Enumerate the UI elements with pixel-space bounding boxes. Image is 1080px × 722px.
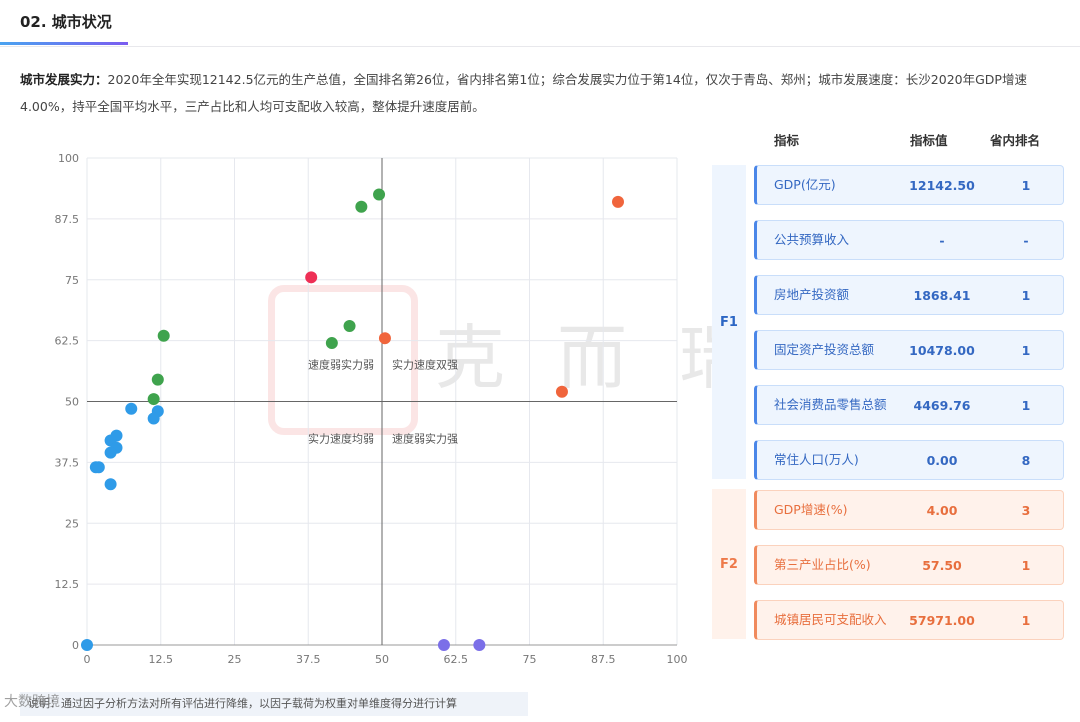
summary-label: 城市发展实力：: [20, 72, 108, 87]
indicator-value: 12142.50: [909, 177, 975, 193]
data-point: [612, 195, 624, 208]
x-tick-label: 37.5: [296, 653, 321, 666]
data-point: [147, 412, 160, 425]
indicator-rank: 3: [1021, 502, 1031, 518]
indicator-rank: 1: [1021, 287, 1031, 303]
data-point: [81, 639, 93, 651]
data-point: [147, 393, 160, 406]
city-summary: 城市发展实力：2020年全年实现12142.5亿元的生产总值，全国排名第26位，…: [20, 66, 1065, 120]
y-tick-label: 62.5: [55, 335, 80, 348]
footer-note: 说明：通过因子分析方法对所有评估进行降维，以因子载荷为权重对单维度得分进行计算: [20, 692, 528, 716]
table-row: 城镇居民可支配收入 57971.00 1: [754, 600, 1064, 640]
data-point: [555, 385, 568, 398]
y-tick-label: 0: [72, 639, 79, 652]
group-label-f1: F1: [712, 165, 746, 479]
table-header-indicator: 指标: [774, 133, 800, 148]
data-point: [373, 188, 386, 201]
x-tick-label: 75: [523, 653, 537, 666]
indicator-name: 固定资产投资总额: [774, 342, 875, 357]
indicator-value: 10478.00: [909, 342, 975, 358]
data-point: [104, 478, 117, 491]
indicator-name: 公共预算收入: [774, 232, 850, 247]
data-point: [92, 461, 105, 474]
indicator-rank: 1: [1021, 557, 1031, 573]
data-point: [325, 337, 338, 350]
indicator-name: 城镇居民可支配收入: [774, 612, 887, 627]
indicator-value: 57971.00: [909, 612, 975, 628]
indicator-value: 1868.41: [913, 287, 971, 303]
scatter-chart: 0 12.5 25 37.5 50 62.5 75 87.5 100 0 12.5 25 37.5 50 6…: [55, 152, 688, 666]
table-row: 房地产投资额 1868.41 1: [754, 275, 1064, 315]
x-tick-label: 87.5: [591, 653, 616, 666]
x-tick-label: 12.5: [149, 653, 174, 666]
y-tick-label: 87.5: [55, 213, 80, 226]
table-header-rank: 省内排名: [990, 133, 1041, 148]
indicator-value: 4.00: [926, 502, 958, 518]
indicator-value: 57.50: [922, 557, 962, 573]
indicator-rank: 8: [1021, 452, 1031, 468]
data-point: [125, 402, 138, 415]
quadrant-label-bottom-left: 实力速度均弱: [308, 432, 374, 446]
table-row: 社会消费品零售总额 4469.76 1: [754, 385, 1064, 425]
section-header: 02. 城市状况: [0, 0, 1080, 47]
indicator-name: GDP增速(%): [774, 502, 848, 517]
data-point: [473, 639, 486, 651]
indicator-rank: -: [1023, 232, 1029, 248]
indicator-rank: 1: [1021, 177, 1031, 193]
summary-text: 2020年全年实现12142.5亿元的生产总值，全国排名第26位，省内排名第1位…: [20, 72, 1027, 114]
group-label-f2: F2: [712, 489, 746, 639]
x-tick-label: 50: [375, 653, 389, 666]
quadrant-label-top-left: 速度弱实力弱: [308, 358, 374, 372]
y-tick-label: 37.5: [55, 456, 80, 469]
indicator-value: 4469.76: [913, 397, 971, 413]
quadrant-label-bottom-right: 速度弱实力强: [392, 432, 458, 446]
x-tick-label: 62.5: [444, 653, 469, 666]
x-tick-label: 100: [667, 653, 688, 666]
x-tick-label: 25: [228, 653, 242, 666]
data-point: [437, 639, 450, 651]
indicator-rank: 1: [1021, 612, 1031, 628]
data-point: [305, 271, 318, 284]
indicator-rank: 1: [1021, 397, 1031, 413]
indicator-name: 第三产业占比(%): [774, 557, 871, 572]
table-header-value: 指标值: [910, 133, 948, 148]
table-row: GDP(亿元) 12142.50 1: [754, 165, 1064, 205]
indicator-name: 房地产投资额: [774, 287, 850, 302]
indicator-name: GDP(亿元): [774, 177, 836, 192]
table-row: 常住人口(万人) 0.00 8: [754, 440, 1064, 480]
section-title: 02. 城市状况: [20, 13, 112, 31]
data-point: [343, 320, 356, 333]
y-tick-label: 100: [58, 152, 79, 165]
table-row: GDP增速(%) 4.00 3: [754, 490, 1064, 530]
data-point: [355, 200, 368, 213]
data-point: [378, 332, 391, 345]
table-row: 固定资产投资总额 10478.00 1: [754, 330, 1064, 370]
indicator-value: 0.00: [926, 452, 958, 468]
indicator-name: 常住人口(万人): [774, 452, 859, 467]
indicator-rank: 1: [1021, 342, 1031, 358]
indicator-name: 社会消费品零售总额: [774, 397, 887, 412]
y-tick-label: 50: [65, 396, 79, 409]
y-tick-label: 25: [65, 517, 79, 530]
table-row: 公共预算收入 - -: [754, 220, 1064, 260]
bottom-logo-text: 大数跨境: [4, 694, 60, 710]
quadrant-label-top-right: 实力速度双强: [392, 358, 458, 372]
data-point: [104, 446, 117, 459]
indicator-value: -: [939, 232, 945, 248]
y-tick-label: 75: [65, 274, 79, 287]
x-tick-label: 0: [84, 653, 91, 666]
data-point: [157, 329, 170, 342]
table-row: 第三产业占比(%) 57.50 1: [754, 545, 1064, 585]
title-underline: [0, 42, 128, 45]
data-point: [151, 373, 164, 386]
y-tick-label: 12.5: [55, 578, 80, 591]
